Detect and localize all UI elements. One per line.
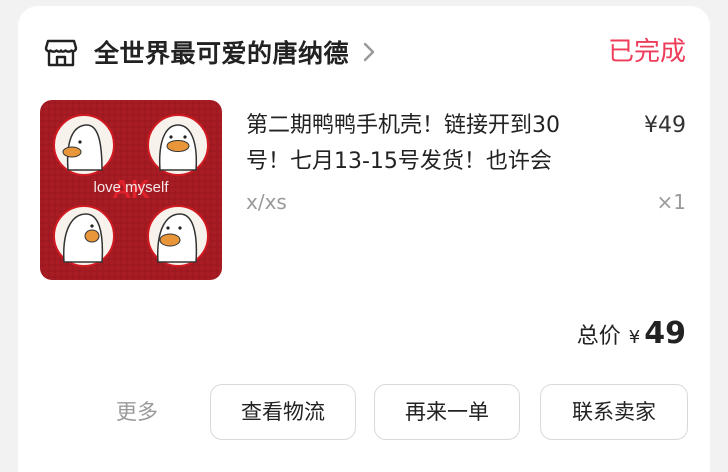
total-price: 总价 ¥ 49 [577, 316, 686, 351]
product-title-line-1: 第二期鸭鸭手机壳！链接开到30 [246, 113, 560, 138]
product-spec: x/xs [246, 190, 287, 214]
shop-name[interactable]: 全世界最可爱的唐纳德 [94, 34, 349, 70]
store-icon [44, 39, 78, 67]
product-title-line-2: 号！七月13-15号发货！也许会 [246, 149, 552, 174]
more-button[interactable]: 更多 [116, 398, 158, 426]
reorder-button[interactable]: 再来一单 [374, 384, 520, 440]
duck-sticker-bottom-left [53, 205, 115, 267]
duck-sticker-top-right [147, 114, 209, 176]
view-logistics-button[interactable]: 查看物流 [210, 384, 356, 440]
phone-case-artwork: AK love myself [40, 100, 222, 280]
shop-header[interactable]: 全世界最可爱的唐纳德 [44, 34, 377, 70]
product-price: ¥49 [644, 113, 686, 138]
total-amount: 49 [644, 316, 686, 351]
product-quantity: ×1 [656, 190, 686, 214]
chevron-right-icon[interactable] [361, 41, 377, 63]
total-label: 总价 [576, 324, 621, 349]
total-currency: ¥ [628, 327, 641, 348]
duck-sticker-bottom-right [147, 205, 209, 267]
contact-seller-button[interactable]: 联系卖家 [540, 384, 688, 440]
image-caption: love myself [93, 179, 169, 196]
order-card: 全世界最可爱的唐纳德 已完成 AK love myself 第二期鸭鸭手机壳！链… [18, 6, 710, 472]
duck-sticker-top-left [53, 114, 115, 176]
order-status: 已完成 [607, 37, 686, 67]
product-title[interactable]: 第二期鸭鸭手机壳！链接开到30 号！七月13-15号发货！也许会 [246, 108, 618, 180]
product-image[interactable]: AK love myself [40, 100, 222, 280]
